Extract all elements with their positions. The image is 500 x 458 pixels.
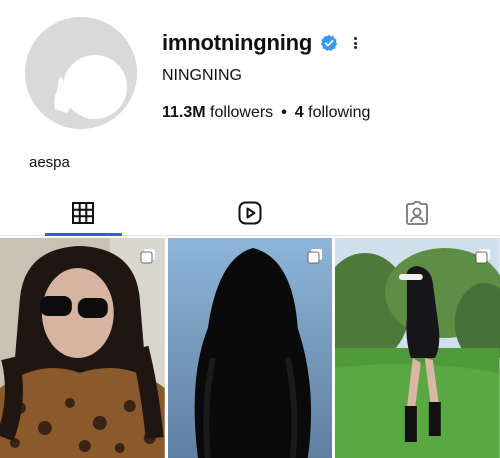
grid-icon [72,201,95,224]
post-photo [335,238,500,458]
post-photo [0,238,165,458]
stats-separator: • [281,104,287,121]
post-photo [167,238,333,458]
tab-tagged[interactable] [333,190,500,235]
username-row: imnotningning [162,30,358,56]
post-thumbnail[interactable] [167,238,333,458]
posts-grid [0,238,500,458]
following-label: following [308,104,371,121]
multi-post-icon [307,249,323,264]
post-thumbnail[interactable] [335,238,500,458]
profile-tabs [0,190,500,236]
multi-post-icon [140,249,155,264]
following-count: 4 [294,104,304,121]
avatar-image [25,17,137,129]
followers-count: 11.3M [162,104,206,121]
tagged-icon [405,200,428,225]
followers-label: followers [210,104,274,121]
tab-reels[interactable] [167,190,334,235]
display-name: NINGNING [162,67,242,84]
bio: aespa [29,154,70,171]
followers-link[interactable]: 11.3M followers [162,104,273,122]
tab-posts[interactable] [0,190,167,236]
profile-avatar[interactable] [25,17,137,129]
username: imnotningning [162,30,313,55]
following-link[interactable]: 4 following [295,104,371,122]
profile-stats: 11.3M followers • 4 following [162,104,370,122]
reels-icon [238,201,262,224]
post-thumbnail[interactable] [0,238,165,458]
verified-badge-icon [320,34,338,52]
multi-post-icon [475,249,491,264]
more-options-icon[interactable] [352,34,358,52]
